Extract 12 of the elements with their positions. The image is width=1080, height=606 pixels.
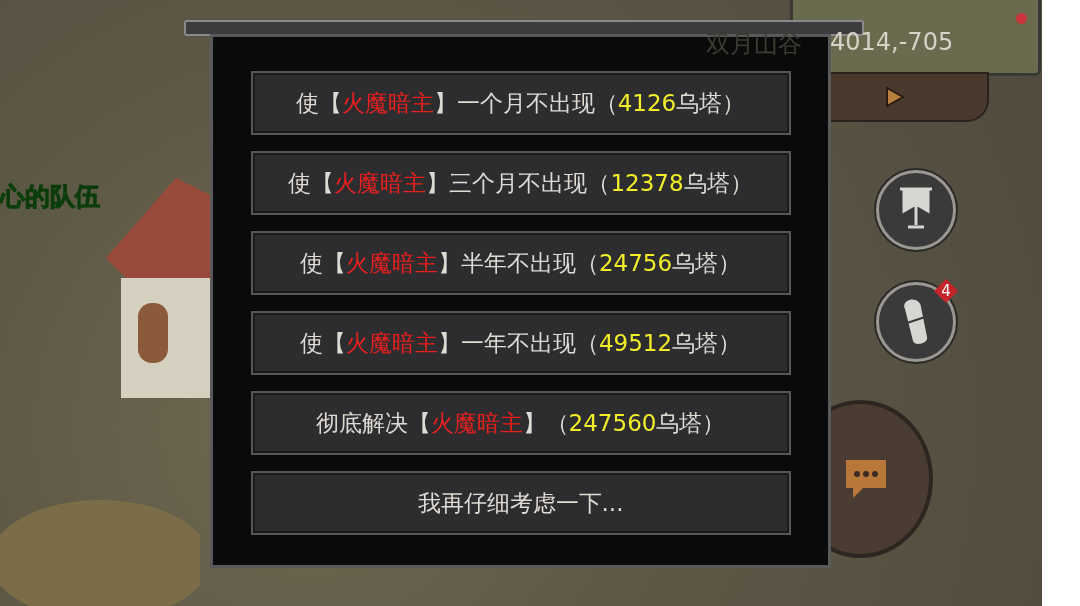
option-button[interactable]: 使【火魔暗主】一个月不出现（4126乌塔） [250,71,791,135]
option-button[interactable]: 彻底解决【火魔暗主】（247560乌塔） [250,391,791,455]
option-button[interactable]: 使【火魔暗主】一年不出现（49512乌塔） [250,311,791,375]
play-icon [884,86,905,108]
notification-dot [1016,13,1027,24]
banner-button[interactable] [876,170,956,250]
option-button[interactable]: 我再仔细考虑一下... [250,471,791,535]
coordinates-text: 4014,-705 [830,28,954,56]
option-button[interactable]: 使【火魔暗主】半年不出现（24756乌塔） [250,231,791,295]
speech-bubble-icon [843,457,889,501]
scroll-button[interactable] [876,282,956,362]
option-button[interactable]: 使【火魔暗主】三个月不出现（12378乌塔） [250,151,791,215]
